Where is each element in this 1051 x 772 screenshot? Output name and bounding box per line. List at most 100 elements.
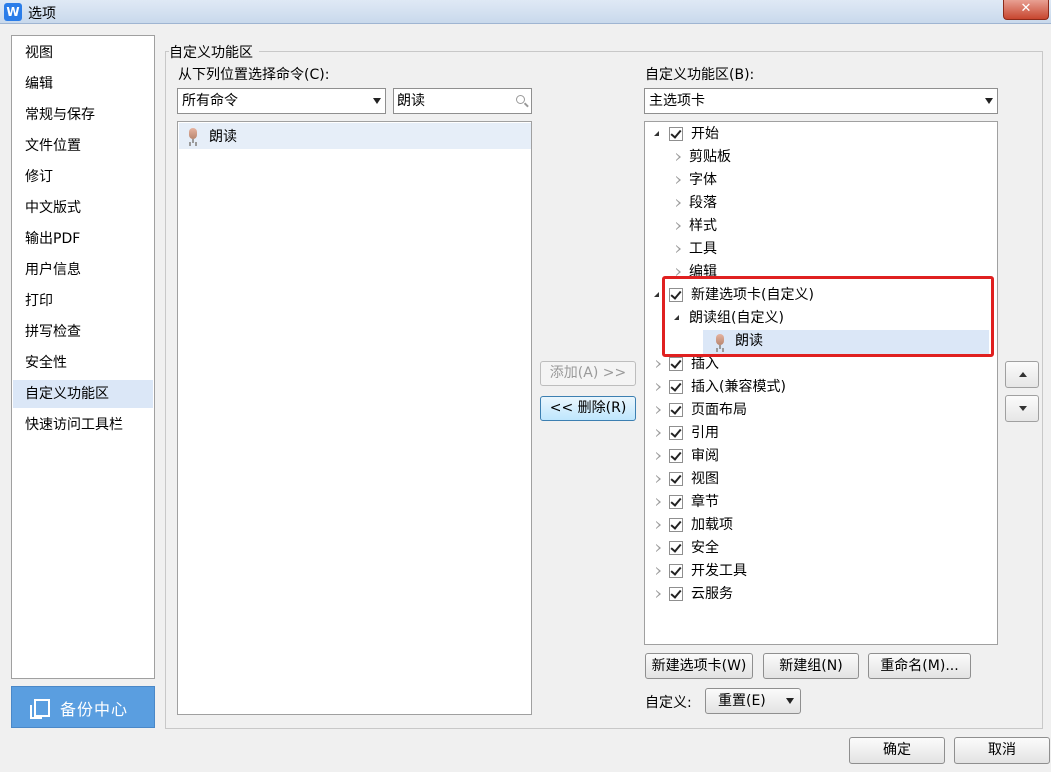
new-group-button[interactable]: 新建组(N): [763, 653, 859, 679]
tree-item-styles[interactable]: 样式: [645, 215, 995, 238]
tree-item-view[interactable]: 视图: [645, 468, 995, 491]
collapse-arrow-icon[interactable]: [656, 498, 661, 506]
title-bar: W 选项 ✕: [0, 0, 1051, 24]
command-label: 朗读: [209, 129, 237, 145]
remove-button[interactable]: << 删除(R): [540, 396, 636, 421]
collapse-arrow-icon[interactable]: [656, 406, 661, 414]
command-search-input[interactable]: 朗读: [393, 88, 532, 114]
backup-center-button[interactable]: 备份中心: [11, 686, 155, 728]
nav-item-view[interactable]: 视图: [13, 39, 153, 67]
nav-item-edit[interactable]: 编辑: [13, 70, 153, 98]
checkbox-checked[interactable]: [669, 541, 683, 555]
checkbox-checked[interactable]: [669, 127, 683, 141]
tree-item-page-layout[interactable]: 页面布局: [645, 399, 995, 422]
tree-label: 字体: [689, 172, 717, 188]
search-value: 朗读: [397, 93, 425, 109]
chevron-down-icon: [373, 98, 381, 104]
collapse-arrow-icon[interactable]: [656, 544, 661, 552]
checkbox-checked[interactable]: [669, 357, 683, 371]
annotation-highlight-box: [662, 276, 994, 357]
new-tab-button[interactable]: 新建选项卡(W): [645, 653, 753, 679]
backup-icon: [30, 699, 50, 719]
tree-item-edit[interactable]: 编辑: [645, 261, 995, 277]
tree-item-clipboard[interactable]: 剪贴板: [645, 146, 995, 169]
tree-item-insert-compat[interactable]: 插入(兼容模式): [645, 376, 995, 399]
ribbon-tabs-dropdown[interactable]: 主选项卡: [644, 88, 998, 114]
nav-item-user-info[interactable]: 用户信息: [13, 256, 153, 284]
checkbox-checked[interactable]: [669, 495, 683, 509]
options-nav-list: 视图 编辑 常规与保存 文件位置 修订 中文版式 输出PDF 用户信息 打印 拼…: [11, 35, 155, 679]
collapse-arrow-icon[interactable]: [656, 452, 661, 460]
add-button[interactable]: 添加(A) >>: [540, 361, 636, 386]
tree-item-review[interactable]: 审阅: [645, 445, 995, 468]
reset-label: 重置(E): [718, 693, 766, 709]
nav-item-print[interactable]: 打印: [13, 287, 153, 315]
commands-list[interactable]: 朗读: [177, 121, 532, 715]
tree-item-addins[interactable]: 加载项: [645, 514, 995, 537]
reset-dropdown-button[interactable]: 重置(E): [705, 688, 801, 714]
checkbox-checked[interactable]: [669, 403, 683, 417]
collapse-arrow-icon[interactable]: [656, 383, 661, 391]
close-button[interactable]: ✕: [1003, 0, 1049, 20]
nav-item-file-location[interactable]: 文件位置: [13, 132, 153, 160]
collapse-arrow-icon[interactable]: [676, 268, 681, 276]
tree-item-font[interactable]: 字体: [645, 169, 995, 192]
choose-commands-label: 从下列位置选择命令(C):: [178, 67, 330, 83]
tree-item-cloud-service[interactable]: 云服务: [645, 583, 995, 606]
collapse-arrow-icon[interactable]: [656, 429, 661, 437]
tree-item-security[interactable]: 安全: [645, 537, 995, 560]
collapse-arrow-icon[interactable]: [676, 176, 681, 184]
nav-item-revision[interactable]: 修订: [13, 163, 153, 191]
tree-item-paragraph[interactable]: 段落: [645, 192, 995, 215]
collapse-arrow-icon[interactable]: [656, 567, 661, 575]
nav-item-general-save[interactable]: 常规与保存: [13, 101, 153, 129]
list-item[interactable]: 朗读: [179, 123, 531, 149]
window-title: 选项: [28, 6, 56, 22]
tree-label: 加载项: [691, 517, 733, 533]
nav-item-quick-access-toolbar[interactable]: 快速访问工具栏: [13, 411, 153, 439]
checkbox-checked[interactable]: [669, 518, 683, 532]
nav-item-security[interactable]: 安全性: [13, 349, 153, 377]
nav-item-spell-check[interactable]: 拼写检查: [13, 318, 153, 346]
tree-label: 工具: [689, 241, 717, 257]
checkbox-checked[interactable]: [669, 380, 683, 394]
expand-icon[interactable]: [654, 292, 659, 297]
nav-item-export-pdf[interactable]: 输出PDF: [13, 225, 153, 253]
tree-item-developer-tools[interactable]: 开发工具: [645, 560, 995, 583]
checkbox-checked[interactable]: [669, 426, 683, 440]
checkbox-checked[interactable]: [669, 587, 683, 601]
collapse-arrow-icon[interactable]: [676, 245, 681, 253]
ok-button[interactable]: 确定: [849, 737, 945, 764]
customize-ribbon-label: 自定义功能区(B):: [645, 67, 755, 83]
section-title: 自定义功能区: [169, 42, 259, 62]
command-source-dropdown[interactable]: 所有命令: [177, 88, 386, 114]
collapse-arrow-icon[interactable]: [676, 222, 681, 230]
checkbox-checked[interactable]: [669, 564, 683, 578]
rename-button[interactable]: 重命名(M)...: [868, 653, 971, 679]
cancel-button[interactable]: 取消: [954, 737, 1050, 764]
ribbon-tree[interactable]: 开始 剪贴板 字体 段落 样式 工具 编辑 新建选项卡(自定义) 朗读组(自定义…: [644, 121, 998, 645]
move-up-button[interactable]: [1005, 361, 1039, 388]
collapse-arrow-icon[interactable]: [676, 153, 681, 161]
tree-item-start[interactable]: 开始: [645, 123, 995, 146]
move-down-button[interactable]: [1005, 395, 1039, 422]
wps-writer-icon: W: [4, 3, 22, 21]
nav-item-chinese-layout[interactable]: 中文版式: [13, 194, 153, 222]
tree-label: 插入(兼容模式): [691, 379, 786, 395]
collapse-arrow-icon[interactable]: [676, 199, 681, 207]
tree-label: 审阅: [691, 448, 719, 464]
checkbox-checked[interactable]: [669, 472, 683, 486]
tree-item-section[interactable]: 章节: [645, 491, 995, 514]
tree-item-references[interactable]: 引用: [645, 422, 995, 445]
collapse-arrow-icon[interactable]: [656, 521, 661, 529]
collapse-arrow-icon[interactable]: [656, 360, 661, 368]
arrow-down-icon: [1019, 406, 1027, 411]
nav-item-customize-ribbon[interactable]: 自定义功能区: [13, 380, 153, 408]
checkbox-checked[interactable]: [669, 449, 683, 463]
collapse-arrow-icon[interactable]: [656, 475, 661, 483]
collapse-arrow-icon[interactable]: [656, 590, 661, 598]
expand-icon[interactable]: [654, 131, 659, 136]
tree-label: 开始: [691, 126, 719, 142]
tree-label: 引用: [691, 425, 719, 441]
tree-item-tools[interactable]: 工具: [645, 238, 995, 261]
